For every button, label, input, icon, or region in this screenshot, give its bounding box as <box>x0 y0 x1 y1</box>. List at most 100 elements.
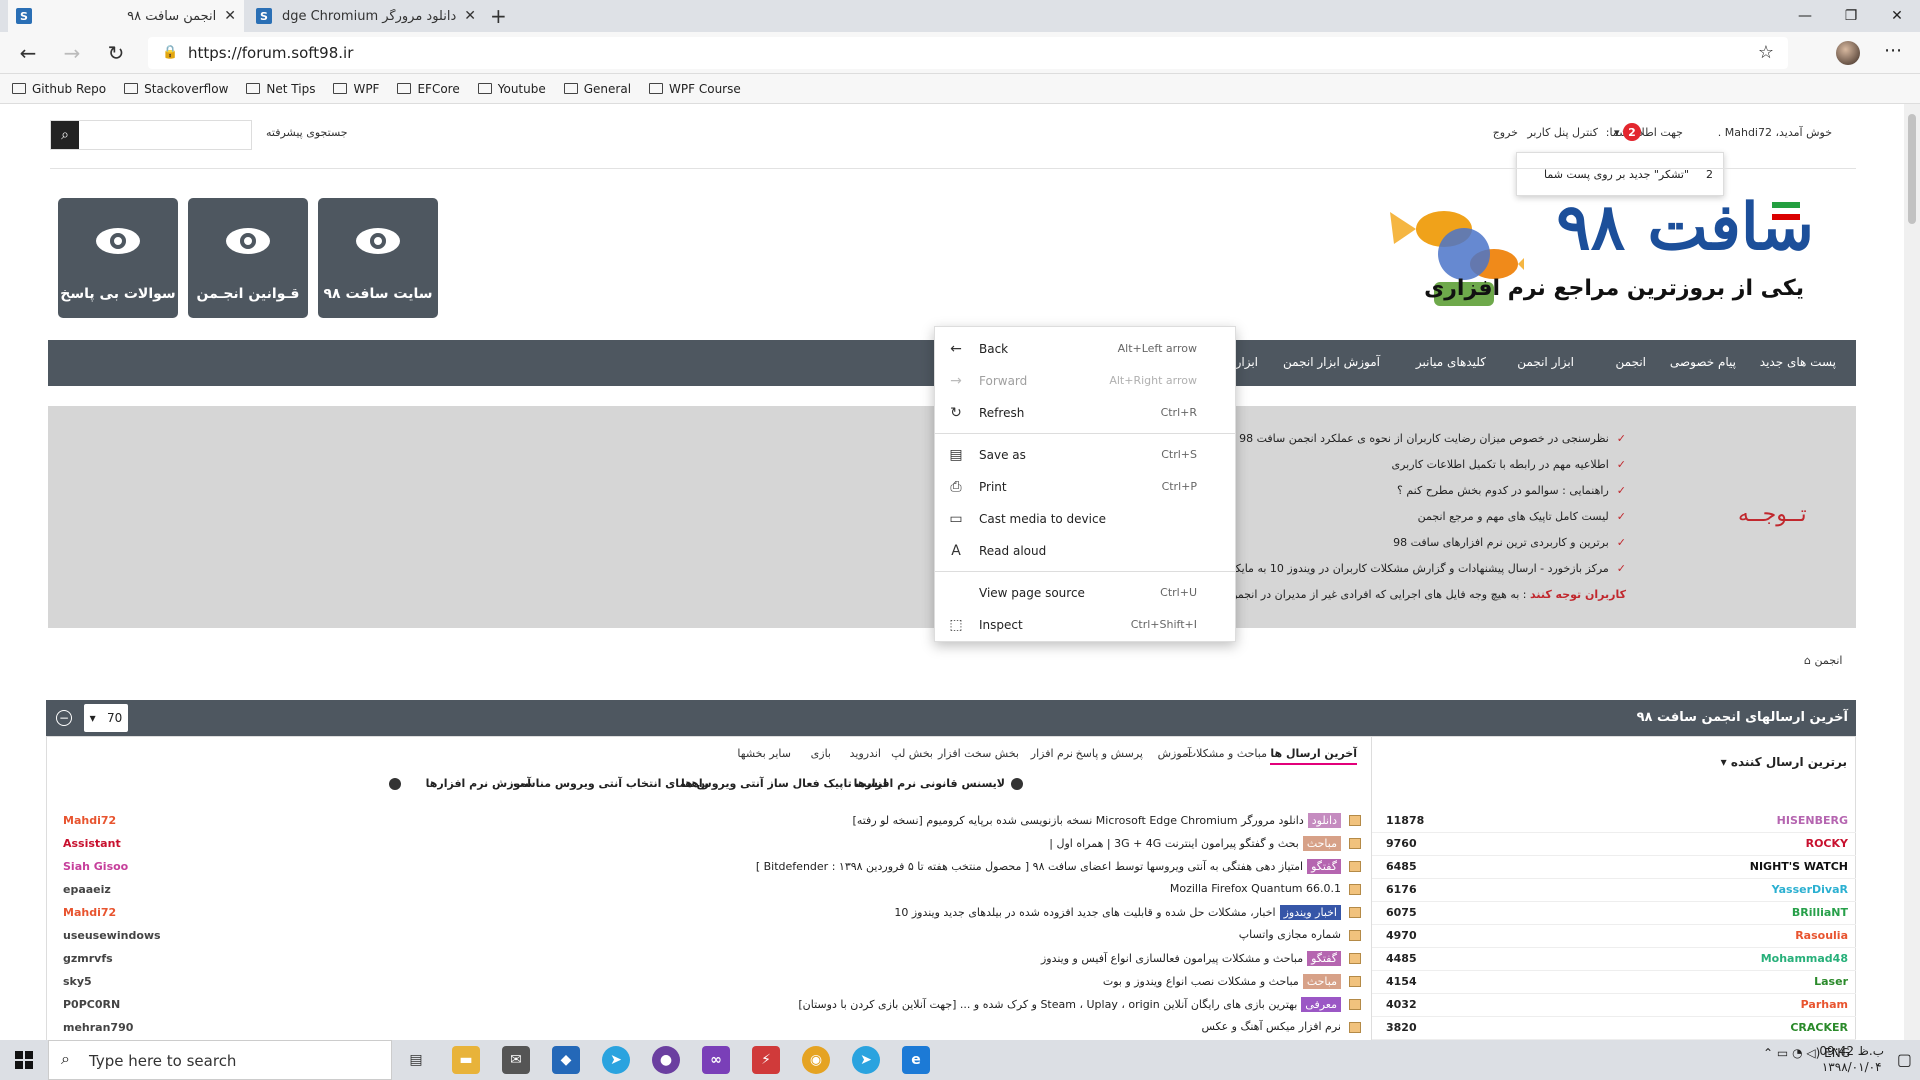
menu-forum[interactable]: انجمن <box>1616 355 1647 369</box>
notification-count-badge[interactable]: 2 <box>1623 123 1641 141</box>
table-row[interactable]: نرم افزار میکس آهنگ و عکس mehran790 <box>47 1017 1367 1040</box>
visual-studio-icon[interactable]: ∞ <box>702 1046 730 1074</box>
notice-item[interactable]: ✓اطلاعیه مهم در رابطه با تکمیل اطلاعات ک… <box>1391 458 1626 471</box>
clock[interactable]: ب.ظ 09:42 ۱۳۹۸/۰۱/۰۴ <box>1819 1043 1884 1075</box>
file-explorer-icon[interactable]: ▬ <box>452 1046 480 1074</box>
windows-start-icon[interactable] <box>0 1040 48 1080</box>
table-row[interactable]: گفتگو امتیاز دهی هفتگی به آنتی ویروسها تو… <box>47 856 1367 879</box>
sublink-antivirus-activators[interactable]: لیست تاپیک فعال ساز آنتی ویروس ها <box>681 777 887 790</box>
back-icon[interactable]: ← <box>16 41 40 65</box>
forward-icon[interactable]: → <box>60 41 84 65</box>
address-field[interactable]: 🔒 https://forum.soft98.ir ☆ <box>148 37 1788 69</box>
tab-android[interactable]: اندروید <box>850 747 881 760</box>
thread-user[interactable]: Assistant <box>63 837 121 850</box>
page-scrollbar[interactable] <box>1904 104 1920 1040</box>
table-row[interactable]: شماره مجازی واتساپ useusewindows <box>47 925 1367 948</box>
app-icon[interactable]: ● <box>652 1046 680 1074</box>
ctx-inspect[interactable]: ⬚ Inspect Ctrl+Shift+I <box>935 609 1235 641</box>
forum-rules-button[interactable]: قـوانین انجـمن <box>188 198 308 318</box>
collapse-icon[interactable]: − <box>56 710 72 726</box>
chrome-icon[interactable]: ◉ <box>802 1046 830 1074</box>
soft98-logo[interactable]: سافت ۹۸ یکی از بروزترین مراجع نرم افزاری <box>1384 184 1814 314</box>
tab-games[interactable]: بازی <box>811 747 831 760</box>
ctx-read-aloud[interactable]: A Read aloud <box>935 535 1235 567</box>
notification-center-icon[interactable]: ▢ <box>1897 1050 1912 1069</box>
thread-title[interactable]: شماره مجازی واتساپ <box>1239 928 1341 941</box>
minimize-icon[interactable]: — <box>1782 0 1828 32</box>
bookmark-stackoverflow[interactable]: Stackoverflow <box>124 82 228 96</box>
notice-item[interactable]: ✓نظرسنجی در خصوص میزان رضایت کاربران از … <box>1184 432 1626 445</box>
thread-title[interactable]: نرم افزار میکس آهنگ و عکس <box>1202 1020 1341 1033</box>
favorite-star-icon[interactable]: ☆ <box>1758 42 1774 63</box>
bookmark-general[interactable]: General <box>563 82 631 96</box>
bookmark-github-repo[interactable]: Github Repo <box>12 82 106 96</box>
thread-user[interactable]: mehran790 <box>63 1021 133 1034</box>
ctx-forward[interactable]: → Forward Alt+Right arrow <box>935 365 1235 397</box>
refresh-icon[interactable]: ↻ <box>104 41 128 65</box>
notif-popup-text[interactable]: "تشکر" جدید بر روی پست شما <box>1544 168 1689 181</box>
table-row[interactable]: معرفی بهترین بازی های رایگان آنلاین Steam… <box>47 994 1367 1017</box>
sublink-software-tutorials[interactable]: آموزش نرم افزارها <box>426 777 531 790</box>
tab-soft98-forum[interactable]: S انجمن سافت ۹۸ ✕ <box>8 0 244 32</box>
ctx-back[interactable]: ← Back Alt+Left arrow <box>935 333 1235 365</box>
close-tab-icon[interactable]: ✕ <box>464 8 476 24</box>
table-row[interactable]: دانلوددانلود مرورگر Microsoft Edge Chrom… <box>47 810 1367 833</box>
thread-title[interactable]: بحث و گفتگو پیرامون اینترنت 3G + 4G | هم… <box>1049 837 1299 850</box>
tab-latest-posts[interactable]: آخرین ارسال ها <box>1270 747 1357 765</box>
menu-tools-tutorial[interactable]: آموزش ابزار انجمن <box>1283 355 1380 369</box>
thread-user[interactable]: gzmrvfs <box>63 952 113 965</box>
list-item[interactable]: 4485 Mohammad48 <box>1372 948 1856 971</box>
thread-title[interactable]: مباحث و مشکلات نصب انواع ویندوز و بوت <box>1103 975 1299 988</box>
thread-user[interactable]: P0PC0RN <box>63 998 120 1011</box>
thread-user[interactable]: Siah Gisoo <box>63 860 128 873</box>
post-count-select[interactable]: ▾ 70 <box>84 704 128 732</box>
top-posters-select[interactable]: برترین ارسال کننده ▾ <box>1721 755 1847 769</box>
ctx-print[interactable]: ⎙ Print Ctrl+P <box>935 471 1235 503</box>
list-item[interactable]: 4970 Rasoulia <box>1372 925 1856 948</box>
tab-hardware[interactable]: بخش سخت افزار <box>938 747 1019 760</box>
thread-user[interactable]: epaaeiz <box>63 883 111 896</box>
forum-search-input[interactable]: ⌕ <box>50 120 252 150</box>
edge-icon[interactable]: e <box>902 1046 930 1074</box>
tab-tutorials[interactable]: آموزش <box>1158 747 1191 760</box>
new-tab-icon[interactable]: + <box>490 4 507 28</box>
control-panel-link[interactable]: کنترل پنل کاربر <box>1527 126 1598 139</box>
ctx-view-source[interactable]: View page source Ctrl+U <box>935 577 1235 609</box>
thread-user[interactable]: Mahdi72 <box>63 906 116 919</box>
restore-icon[interactable]: ❐ <box>1828 0 1874 32</box>
close-tab-icon[interactable]: ✕ <box>224 8 236 24</box>
tab-issues[interactable]: مباحث و مشکلات <box>1186 747 1267 760</box>
tab-edge-download[interactable]: S دانلود مرورگر Microsoft Edge Chromium … <box>248 0 484 32</box>
profile-avatar[interactable] <box>1836 41 1860 65</box>
table-row[interactable]: اخبار ویندوز اخبار، مشکلات حل شده و قابلی… <box>47 902 1367 925</box>
table-row[interactable]: گفتگو مباحث و مشکلات پیرامون فعالسازی انو… <box>47 948 1367 971</box>
notice-item[interactable]: ✓مرکز بازخورد - ارسال پیشنهادات و گزارش … <box>1196 562 1626 575</box>
vscode-icon[interactable]: ◆ <box>552 1046 580 1074</box>
tab-qa[interactable]: پرسش و پاسخ <box>1076 747 1143 760</box>
sublink-antivirus-guide[interactable]: راهنمای انتخاب آنتی ویروس مناسب <box>513 777 709 790</box>
chevron-down-icon[interactable]: ▾ <box>1614 126 1620 139</box>
breadcrumb[interactable]: انجمن ⌂ <box>1804 654 1842 667</box>
list-item[interactable]: 4154 Laser <box>1372 971 1856 994</box>
bookmark-wpf[interactable]: WPF <box>333 82 379 96</box>
search-icon[interactable]: ⌕ <box>51 121 79 149</box>
thread-title[interactable]: بهترین بازی های رایگان آنلاین Steam ، Up… <box>798 998 1297 1011</box>
tab-other[interactable]: سایر بخشها <box>737 747 791 760</box>
table-row[interactable]: مباحثمباحث و مشکلات نصب انواع ویندوز و ب… <box>47 971 1367 994</box>
bookmark-net-tips[interactable]: Net Tips <box>246 82 315 96</box>
list-item[interactable]: 9760 ROCKY <box>1372 833 1856 856</box>
site-soft98-button[interactable]: سایت سافت ۹۸ <box>318 198 438 318</box>
notice-item[interactable]: ✓برترین و کاربردی ترین نرم افزارهای سافت… <box>1393 536 1626 549</box>
menu-shortcut-keys[interactable]: کلیدهای میانبر <box>1416 355 1486 369</box>
thread-title[interactable]: مباحث و مشکلات پیرامون فعالسازی انواع آف… <box>1041 952 1303 965</box>
menu-forum-tools[interactable]: ابزار انجمن <box>1517 355 1574 369</box>
ctx-save-as[interactable]: ▤ Save as Ctrl+S <box>935 439 1235 471</box>
thread-title[interactable]: اخبار، مشکلات حل شده و قابلیت های جدید ا… <box>894 906 1275 919</box>
list-item[interactable]: 4032 Parham <box>1372 994 1856 1017</box>
notice-item[interactable]: ✓لیست کامل تاپیک های مهم و مرجع انجمن <box>1418 510 1626 523</box>
tab-software[interactable]: نرم افزار <box>1031 747 1073 760</box>
bookmark-youtube[interactable]: Youtube <box>477 82 546 96</box>
thread-title[interactable]: امتیاز دهی هفتگی به آنتی ویروسها توسط اع… <box>756 860 1303 873</box>
list-item[interactable]: 6075 BRilliaNT <box>1372 902 1856 925</box>
tab-laptop[interactable]: بخش لپ <box>891 747 933 760</box>
